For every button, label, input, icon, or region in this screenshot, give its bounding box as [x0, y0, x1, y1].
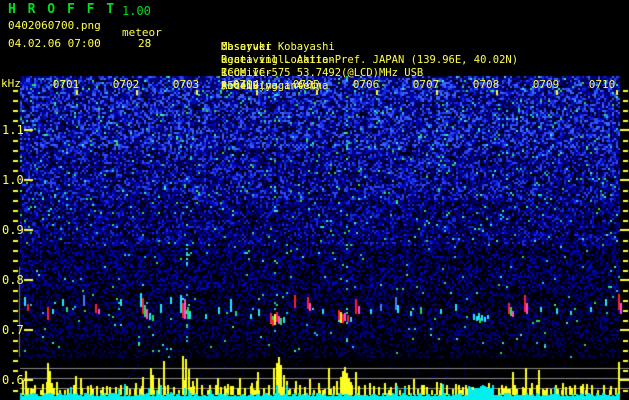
info-value: Ogata-vill. Akita-Pref. JAPAN (139.96E, …	[220, 54, 519, 66]
y-axis-label: 0.8	[2, 273, 24, 287]
time-label: 0706	[352, 78, 380, 91]
info-row: Receiver: ICOM IC-575 53.7492(@LCD)MHz US…	[183, 54, 423, 79]
time-label: 0704	[232, 78, 260, 91]
time-label: 0701	[52, 78, 80, 91]
time-label: 0705	[292, 78, 320, 91]
info-row: Receiving Location: Ogata-vill. Akita-Pre…	[183, 41, 518, 66]
y-axis-unit: kHz	[1, 77, 21, 90]
output-filename: 0402060700.png	[8, 19, 101, 32]
time-label: 0703	[172, 78, 200, 91]
y-axis-label: 0.9	[2, 223, 24, 237]
echo-count: 28	[138, 37, 152, 50]
time-label: 0709	[532, 78, 560, 91]
time-label: 0702	[112, 78, 140, 91]
info-row: Observer: Masayuki Kobayashi	[183, 28, 335, 53]
y-axis-label: 1.0	[2, 173, 24, 187]
y-axis-label: 0.6	[2, 373, 24, 387]
time-label: 0710	[588, 78, 616, 91]
time-label: 0707	[412, 78, 440, 91]
info-value: Masayuki Kobayashi	[220, 41, 335, 53]
app-title: H R O F F T	[8, 2, 117, 17]
y-axis-label: 0.7	[2, 323, 24, 337]
y-axis-label: 1.1	[2, 123, 24, 137]
observation-datetime: 04.02.06 07:00	[8, 37, 101, 50]
observer-info-block: Observer: Masayuki Kobayashi Receiving Lo…	[183, 2, 629, 92]
time-label: 0708	[472, 78, 500, 91]
hrofft-screen: H R O F F T 1.00 0402060700.png meteor 0…	[0, 0, 629, 400]
app-version: 1.00	[122, 4, 151, 18]
